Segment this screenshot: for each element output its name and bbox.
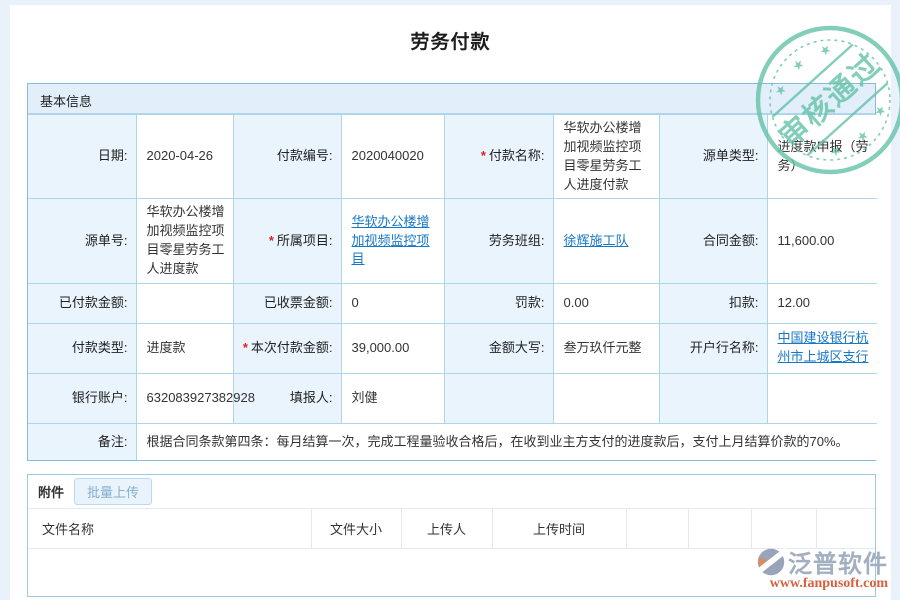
field-value-payment-no: 2020040020 [341,115,444,199]
empty-label-cell [659,373,767,423]
field-value-date: 2020-04-26 [136,115,233,199]
column-header-empty [816,509,875,549]
required-marker: * [481,148,486,163]
field-label-date: 日期: [28,115,136,199]
field-value-source-type: 进度款申报（劳务） [767,115,877,199]
column-header-upload-time: 上传时间 [492,509,626,549]
field-label-source-no: 源单号: [28,199,136,283]
attachments-empty-area [28,549,875,596]
attachments-label: 附件 [38,482,64,501]
column-header-file-size: 文件大小 [311,509,401,549]
field-label-labor-team: 劳务班组: [444,199,553,283]
basic-info-table: 日期: 2020-04-26 付款编号: 2020040020 *付款名称: 华… [28,114,877,460]
column-header-empty [688,509,751,549]
field-value-bank-account: 632083927382928 [136,373,233,423]
field-value-penalty: 0.00 [553,283,659,323]
empty-label-cell [444,373,553,423]
attachments-section: 附件 批量上传 文件名称 文件大小 上传人 上传时间 [27,474,876,597]
field-value-project: 华软办公楼增加视频监控项目 [341,199,444,283]
basic-info-section: 基本信息 日期: 2020-04-26 付款编号: 2020040020 *付款… [27,83,876,461]
field-value-source-no: 华软办公楼增加视频监控项目零星劳务工人进度款 [136,199,233,283]
field-value-payment-type: 进度款 [136,323,233,373]
field-label-bank-name: 开户行名称: [659,323,767,373]
field-label-penalty: 罚款: [444,283,553,323]
required-marker: * [243,340,248,355]
field-value-remark: 根据合同条款第四条：每月结算一次，完成工程量验收合格后，在收到业主方支付的进度款… [136,423,877,460]
table-row: 日期: 2020-04-26 付款编号: 2020040020 *付款名称: 华… [28,115,877,199]
field-value-amount-words: 叁万玖仟元整 [553,323,659,373]
page-title: 劳务付款 [10,27,891,54]
column-header-file-name: 文件名称 [28,509,311,549]
column-header-empty [751,509,816,549]
field-label-amount-words: 金额大写: [444,323,553,373]
attachments-table: 文件名称 文件大小 上传人 上传时间 [28,508,875,549]
field-value-contract-amount: 11,600.00 [767,199,877,283]
table-row: 已付款金额: 已收票金额: 0 罚款: 0.00 扣款: 12.00 [28,283,877,323]
field-value-bank-name: 中国建设银行杭州市上城区支行 [767,323,877,373]
field-value-paid-amount [136,283,233,323]
field-value-payment-name: 华软办公楼增加视频监控项目零星劳务工人进度付款 [553,115,659,199]
field-label-contract-amount: 合同金额: [659,199,767,283]
table-row: 银行账户: 632083927382928 填报人: 刘健 [28,373,877,423]
field-label-payment-name: *付款名称: [444,115,553,199]
table-row: 源单号: 华软办公楼增加视频监控项目零星劳务工人进度款 *所属项目: 华软办公楼… [28,199,877,283]
empty-value-cell [553,373,659,423]
field-value-labor-team: 徐辉施工队 [553,199,659,283]
field-label-remark: 备注: [28,423,136,460]
page-card: 劳务付款 基本信息 日期: 2020-04-26 付款编号: 202004002… [10,5,891,600]
field-label-deduction: 扣款: [659,283,767,323]
field-value-invoiced-amount: 0 [341,283,444,323]
field-label-source-type: 源单类型: [659,115,767,199]
batch-upload-button[interactable]: 批量上传 [74,478,152,505]
attachments-toolbar: 附件 批量上传 [28,475,875,508]
table-row: 付款类型: 进度款 *本次付款金额: 39,000.00 金额大写: 叁万玖仟元… [28,323,877,373]
empty-value-cell [767,373,877,423]
field-value-current-payment: 39,000.00 [341,323,444,373]
remark-row: 备注: 根据合同条款第四条：每月结算一次，完成工程量验收合格后，在收到业主方支付… [28,423,877,460]
field-label-payment-no: 付款编号: [233,115,341,199]
required-marker: * [269,233,274,248]
field-label-bank-account: 银行账户: [28,373,136,423]
basic-info-header: 基本信息 [28,84,875,114]
project-link[interactable]: 华软办公楼增加视频监控项目 [352,214,430,267]
field-value-deduction: 12.00 [767,283,877,323]
column-header-empty [626,509,688,549]
bank-link[interactable]: 中国建设银行杭州市上城区支行 [778,330,869,364]
labor-team-link[interactable]: 徐辉施工队 [564,233,629,248]
field-label-payment-type: 付款类型: [28,323,136,373]
field-label-paid-amount: 已付款金额: [28,283,136,323]
attachments-header-row: 文件名称 文件大小 上传人 上传时间 [28,509,875,549]
field-label-project: *所属项目: [233,199,341,283]
field-label-invoiced-amount: 已收票金额: [233,283,341,323]
field-label-current-payment: *本次付款金额: [233,323,341,373]
column-header-uploader: 上传人 [401,509,492,549]
field-value-filler: 刘健 [341,373,444,423]
